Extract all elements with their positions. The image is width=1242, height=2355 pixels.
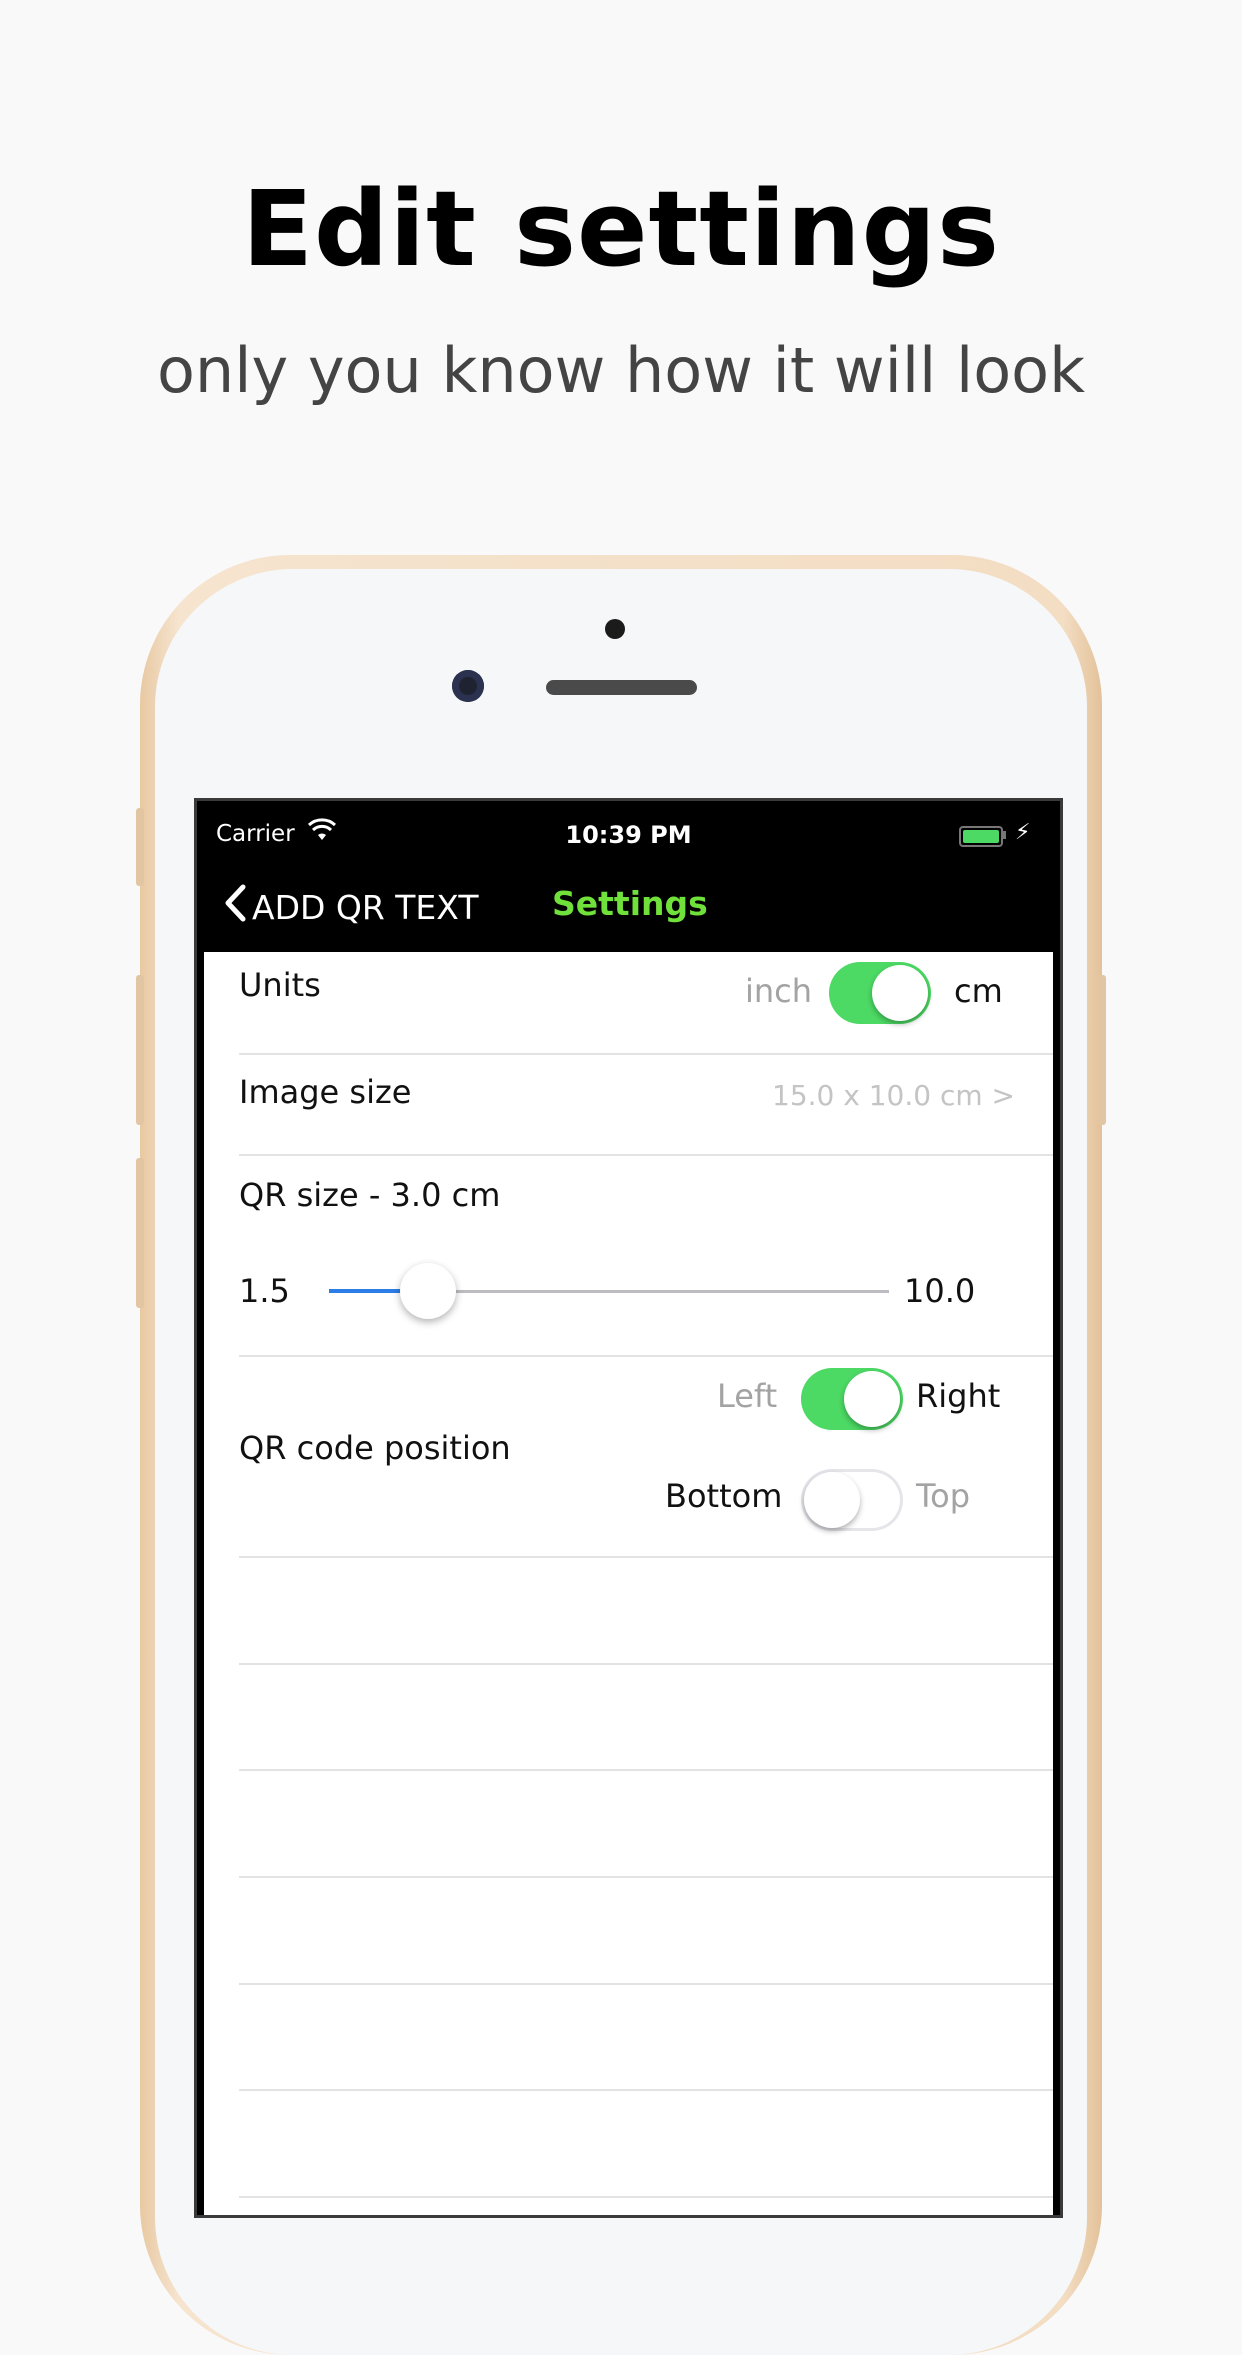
battery-icon: [959, 826, 1003, 847]
navigation-bar: ADD QR TEXT Settings: [204, 858, 1053, 952]
earpiece-speaker: [546, 680, 697, 695]
qr-size-row: QR size - 3.0 cm 1.5 10.0: [204, 1156, 1053, 1357]
image-size-row[interactable]: Image size 15.0 x 10.0 cm >: [204, 1055, 1053, 1156]
status-bar: Carrier 10:39 PM ⚡: [204, 808, 1053, 858]
nav-title: Settings: [552, 884, 708, 923]
qr-size-label: QR size - 3.0 cm: [239, 1176, 501, 1214]
promo-headline: Edit settings: [242, 168, 1000, 290]
units-row: Units inch cm: [204, 952, 1053, 1055]
position-option-top: Top: [916, 1477, 970, 1515]
empty-row-divider: [239, 2089, 1053, 2091]
charging-icon: ⚡: [1015, 820, 1031, 845]
slider-min-label: 1.5: [239, 1272, 290, 1310]
empty-row-divider: [239, 1983, 1053, 1985]
empty-row-divider: [239, 1876, 1053, 1878]
vertical-position-toggle[interactable]: [801, 1469, 903, 1531]
phone-volume-down-button: [136, 1158, 144, 1308]
units-label: Units: [239, 966, 321, 1004]
horizontal-position-toggle[interactable]: [801, 1368, 903, 1430]
position-option-left: Left: [717, 1377, 778, 1415]
position-option-right: Right: [916, 1377, 1001, 1415]
empty-row-divider: [239, 1663, 1053, 1665]
promo-subheadline: only you know how it will look: [156, 334, 1085, 407]
status-time: 10:39 PM: [565, 821, 692, 849]
front-camera: [452, 670, 484, 702]
qr-position-label: QR code position: [239, 1429, 511, 1467]
battery-nub: [1003, 831, 1006, 839]
divider: [239, 1556, 1053, 1558]
image-size-label: Image size: [239, 1073, 412, 1111]
units-option-cm: cm: [954, 972, 1003, 1010]
position-option-bottom: Bottom: [665, 1477, 783, 1515]
units-option-inch: inch: [745, 972, 813, 1010]
image-size-value: 15.0 x 10.0 cm >: [772, 1079, 1015, 1112]
back-button-label: ADD QR TEXT: [252, 887, 479, 927]
proximity-sensor: [605, 619, 625, 639]
back-button[interactable]: ADD QR TEXT: [224, 884, 478, 930]
qr-size-slider-thumb[interactable]: [399, 1263, 456, 1319]
qr-position-row: Left Right QR code position Bottom Top: [204, 1357, 1053, 1558]
app-screen: Carrier 10:39 PM ⚡ ADD QR TEXT Settings …: [197, 801, 1060, 2215]
units-toggle[interactable]: [829, 962, 931, 1024]
empty-row-divider: [239, 2196, 1053, 2198]
chevron-left-icon: [224, 884, 246, 930]
slider-max-label: 10.0: [904, 1272, 976, 1310]
phone-mute-switch: [136, 808, 144, 886]
phone-power-button: [1098, 975, 1106, 1125]
phone-volume-up-button: [136, 975, 144, 1125]
empty-row-divider: [239, 1769, 1053, 1771]
